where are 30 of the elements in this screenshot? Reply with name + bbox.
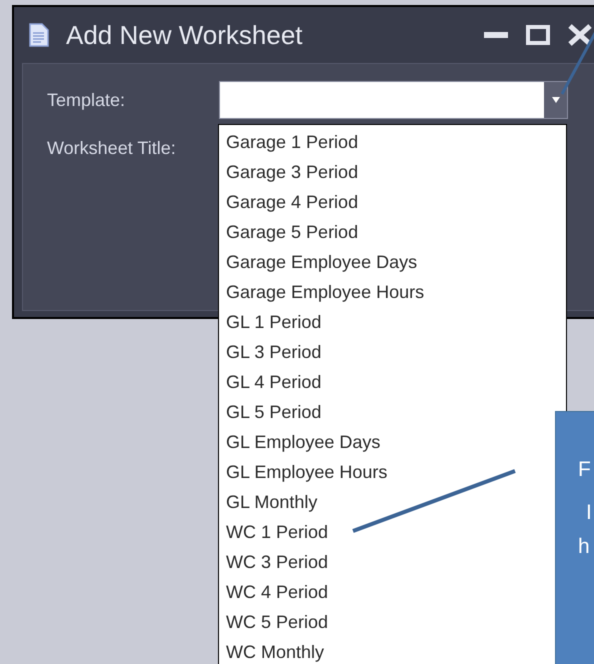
caret-icon — [552, 97, 560, 103]
dropdown-item[interactable]: WC 4 Period — [226, 577, 328, 607]
dropdown-item[interactable]: Garage 3 Period — [226, 157, 358, 187]
dropdown-item[interactable]: Garage 1 Period — [226, 127, 358, 157]
dropdown-item[interactable]: GL Employee Hours — [226, 457, 388, 487]
dropdown-item[interactable]: GL 5 Period — [226, 397, 322, 427]
dropdown-item[interactable]: Garage Employee Days — [226, 247, 418, 277]
dropdown-item[interactable]: WC 3 Period — [226, 547, 328, 577]
dropdown-item[interactable]: GL Monthly — [226, 487, 318, 517]
dropdown-item[interactable]: Garage 4 Period — [226, 187, 358, 217]
document-icon — [28, 22, 50, 48]
dropdown-button[interactable] — [544, 82, 567, 118]
dropdown-item[interactable]: WC 5 Period — [226, 607, 328, 637]
field-label: Worksheet Title: — [47, 136, 177, 160]
field-label: Template: — [47, 88, 126, 112]
callout-text: h — [578, 536, 590, 557]
dropdown-item[interactable]: Garage Employee Hours — [226, 277, 424, 307]
window-title: Add New Worksheet — [66, 18, 303, 52]
dropdown-item[interactable]: WC Monthly — [226, 637, 324, 664]
dropdown-item[interactable]: GL 1 Period — [226, 307, 322, 337]
dropdown-item[interactable]: WC 1 Period — [226, 517, 328, 547]
dropdown-item[interactable]: GL 4 Period — [226, 367, 322, 397]
callout-text: I — [586, 502, 592, 523]
close-icon[interactable] — [568, 24, 592, 46]
callout-text: F — [578, 459, 591, 480]
dropdown-item[interactable]: Garage 5 Period — [226, 217, 358, 247]
dropdown-item[interactable]: GL 3 Period — [226, 337, 322, 367]
maximize-icon[interactable] — [526, 25, 550, 45]
template-combo-box[interactable] — [219, 81, 568, 119]
dropdown-item[interactable]: GL Employee Days — [226, 427, 380, 457]
